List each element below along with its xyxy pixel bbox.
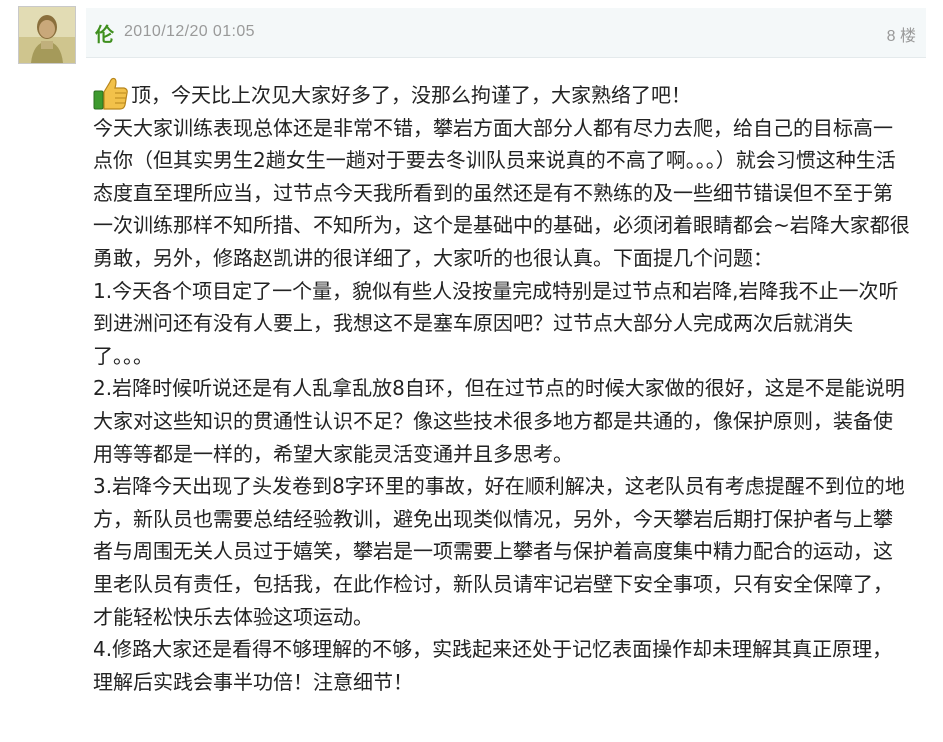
paragraph: 今天大家训练表现总体还是非常不错，攀岩方面大部分人都有尽力去爬，给自己的目标高一… xyxy=(93,115,910,270)
post-body: 顶，今天比上次见大家好多了，没那么拘谨了，大家熟络了吧！ 今天大家训练表现总体还… xyxy=(93,76,911,698)
paragraph-intro: 顶，今天比上次见大家好多了，没那么拘谨了，大家熟络了吧！ xyxy=(93,76,911,112)
floor-number: 8 楼 xyxy=(886,28,916,45)
paragraph-text: 顶，今天比上次见大家好多了，没那么拘谨了，大家熟络了吧！ xyxy=(131,83,691,107)
username[interactable]: 伦 xyxy=(95,20,114,47)
paragraph: 2.岩降时候听说还是有人乱拿乱放8自环，但在过节点的时候大家做的很好，这是不是能… xyxy=(93,376,905,466)
forum-post: 伦 2010/12/20 01:05 8 楼 顶，今天比上次见大家好多了，没那么… xyxy=(0,0,943,742)
paragraph: 3.岩降今天出现了头发卷到8字环里的事故，好在顺利解决，这老队员有考虑提醒不到位… xyxy=(93,474,905,629)
post-timestamp: 2010/12/20 01:05 xyxy=(124,23,255,40)
paragraph: 1.今天各个项目定了一个量，貌似有些人没按量完成特别是过节点和岩降,岩降我不止一… xyxy=(93,278,899,368)
paragraph: 4.修路大家还是看得不够理解的不够，实践起来还处于记忆表面操作却未理解其真正原理… xyxy=(93,637,893,694)
avatar-photo-icon xyxy=(19,7,75,63)
avatar[interactable] xyxy=(18,6,76,64)
post-header: 伦 2010/12/20 01:05 8 楼 xyxy=(86,8,926,58)
thumbs-up-icon xyxy=(93,76,129,110)
